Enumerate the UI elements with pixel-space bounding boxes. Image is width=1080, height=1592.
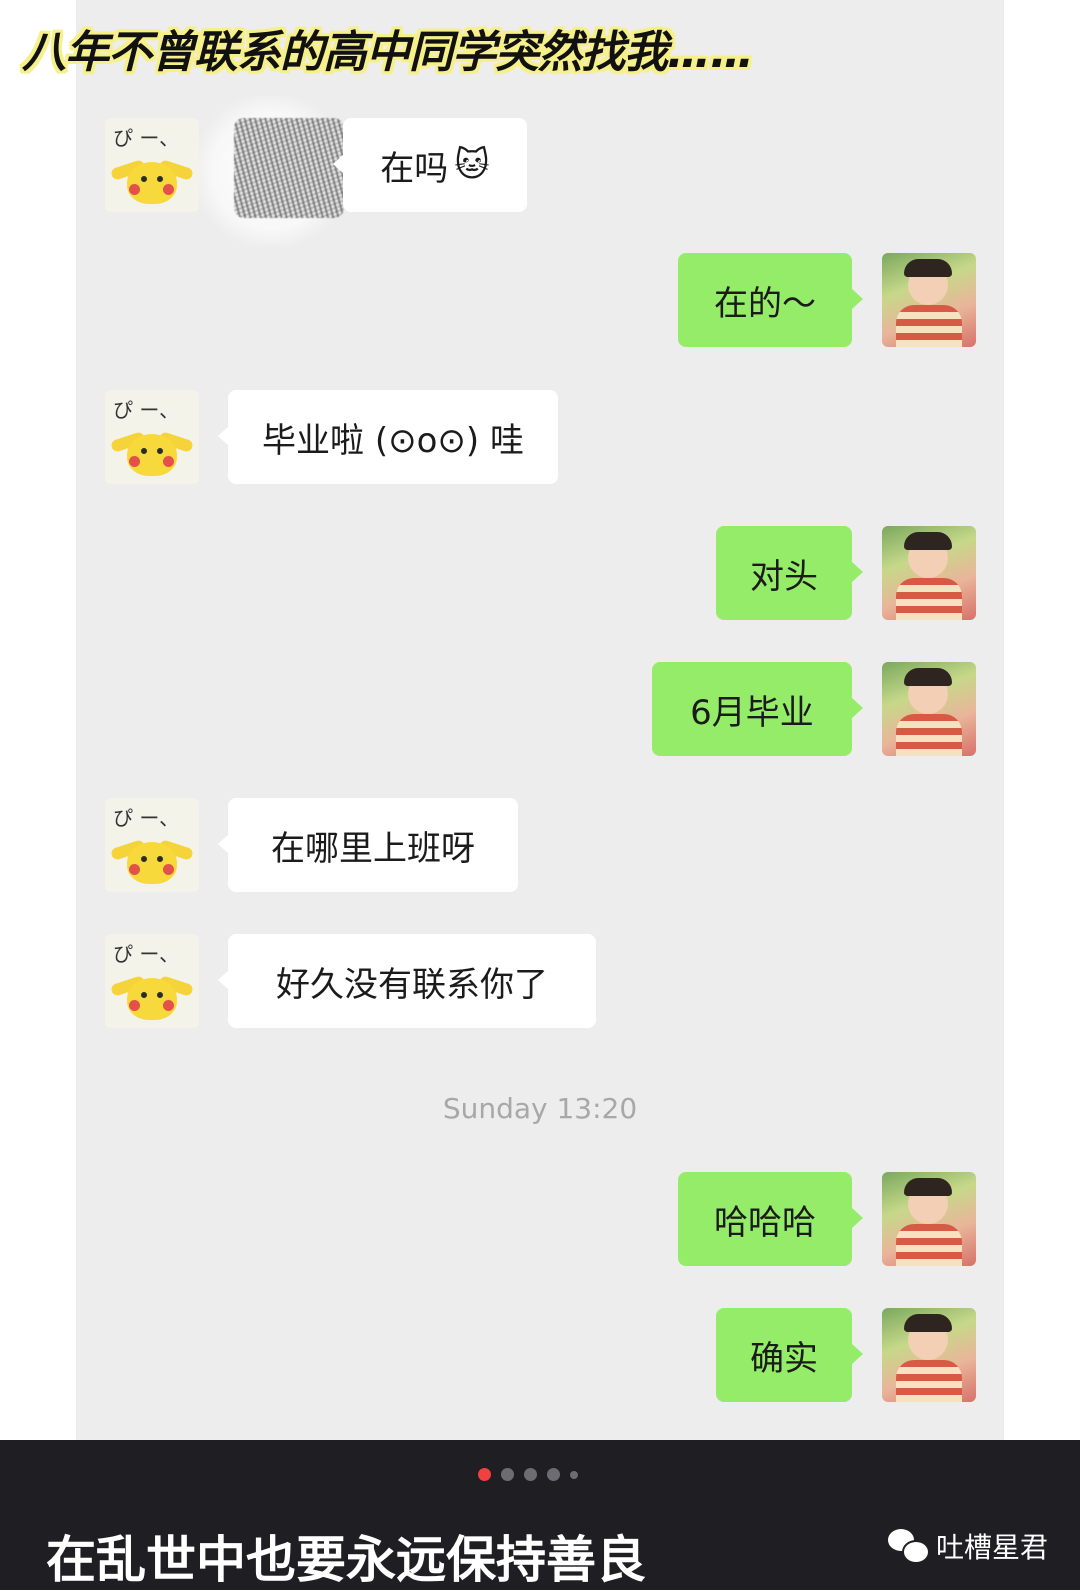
doge-cat-emoji-icon: 🐱 (454, 145, 490, 185)
pikachu-avatar-icon[interactable]: ぴ ー、 (105, 934, 199, 1028)
child-photo-avatar-icon[interactable] (882, 662, 976, 756)
pagination-dot[interactable] (547, 1468, 560, 1481)
pikachu-avatar-icon[interactable]: ぴ ー、 (105, 798, 199, 892)
child-photo-avatar-icon[interactable] (882, 1172, 976, 1266)
message-text: 6月毕业 (690, 692, 814, 733)
message-text: 哈哈哈 (714, 1202, 816, 1243)
pagination-dot[interactable] (570, 1470, 578, 1479)
account-name[interactable]: 吐槽星君 (936, 1526, 1048, 1566)
message-text: 对头 (750, 556, 818, 597)
avatar-doodle-text: ぴ ー、 (113, 806, 180, 830)
redacted-name (234, 118, 344, 218)
message-text: 在吗 (380, 148, 449, 189)
wechat-icon (888, 1529, 930, 1564)
message-bubble-sent[interactable]: 在的～ (678, 253, 863, 347)
chat-timestamp: Sunday 13:20 (442, 1092, 638, 1125)
message-text: 在哪里上班呀 (271, 828, 475, 869)
pagination-dot[interactable] (501, 1468, 514, 1481)
message-bubble-sent[interactable]: 哈哈哈 (678, 1172, 863, 1266)
avatar-doodle-text: ぴ ー、 (113, 942, 180, 966)
message-bubble-received[interactable]: 在哪里上班呀 (218, 798, 518, 892)
account-attribution[interactable]: 吐槽星君 (888, 1526, 1048, 1566)
message-bubble-sent[interactable]: 确实 (716, 1308, 863, 1402)
pagination-dot-active[interactable] (478, 1468, 491, 1481)
message-text: 好久没有联系你了 (276, 964, 548, 1005)
message-text: 毕业啦 (⊙o⊙) 哇 (262, 420, 524, 461)
child-photo-avatar-icon[interactable] (882, 1308, 976, 1402)
message-bubble-sent[interactable]: 6月毕业 (652, 662, 863, 756)
message-bubble-received[interactable]: 毕业啦 (⊙o⊙) 哇 (218, 390, 558, 484)
child-photo-avatar-icon[interactable] (882, 526, 976, 620)
pikachu-avatar-icon[interactable]: ぴ ー、 (105, 118, 199, 212)
message-text: 确实 (750, 1338, 818, 1379)
post-caption: 在乱世中也要永远保持善良 (46, 1531, 646, 1589)
pagination-dot[interactable] (524, 1468, 537, 1481)
post-title: 八年不曾联系的高中同学突然找我…… (22, 27, 754, 78)
avatar-doodle-text: ぴ ー、 (113, 398, 180, 422)
message-bubble-received[interactable]: 在吗 🐱 (333, 118, 527, 212)
message-text: 在的～ (714, 283, 816, 324)
message-bubble-received[interactable]: 好久没有联系你了 (218, 934, 596, 1028)
pikachu-avatar-icon[interactable]: ぴ ー、 (105, 390, 199, 484)
message-bubble-sent[interactable]: 对头 (716, 526, 863, 620)
child-photo-avatar-icon[interactable] (882, 253, 976, 347)
avatar-doodle-text: ぴ ー、 (113, 126, 180, 150)
carousel-pagination[interactable] (478, 1468, 578, 1481)
